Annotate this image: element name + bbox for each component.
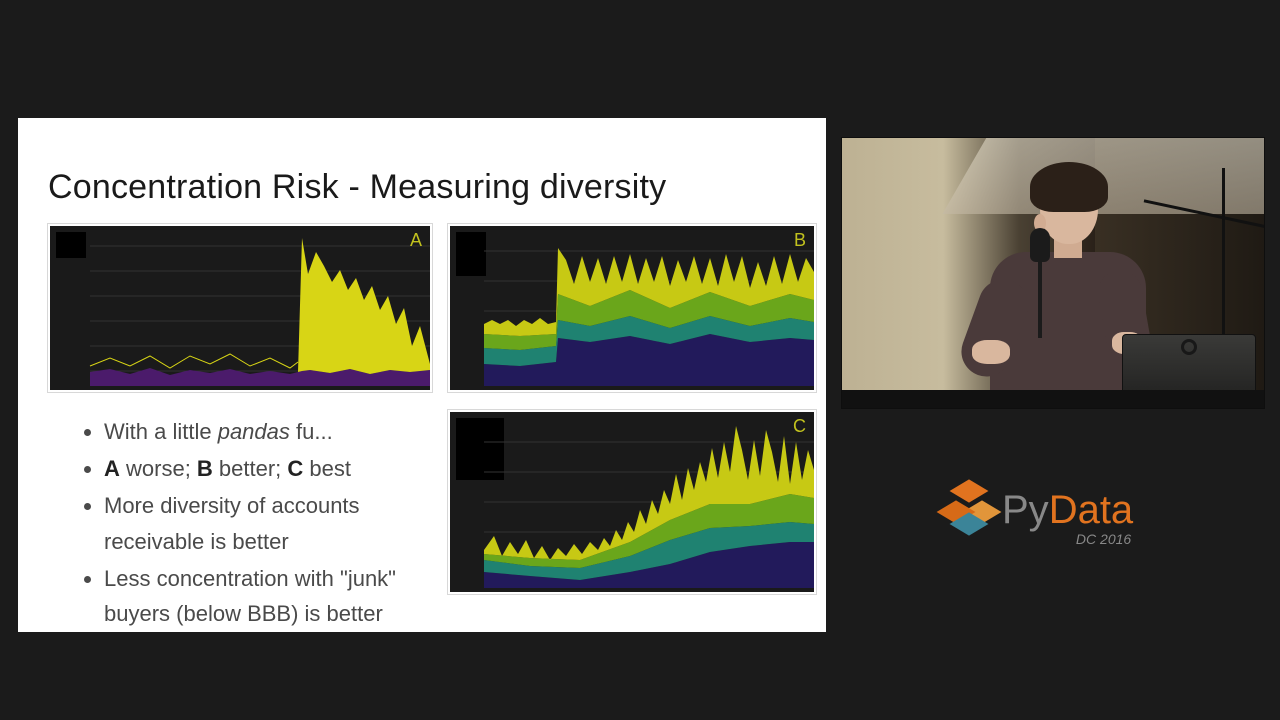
chart-c-label: C (793, 416, 806, 437)
microphone-icon (1030, 228, 1050, 262)
bullet-2: A worse; B better; C best (104, 451, 454, 486)
pydata-logo: PyData DC 2016 (940, 465, 1190, 555)
chart-b-plot (450, 226, 818, 394)
slide-bullets: With a little pandas fu... A worse; B be… (80, 414, 454, 633)
bullet-1: With a little pandas fu... (104, 414, 454, 449)
video-frame: Concentration Risk - Measuring diversity… (0, 0, 1280, 720)
pydata-logo-cubes-icon (940, 475, 996, 545)
chart-a-panel: A (48, 224, 432, 392)
logo-data: Data (1049, 488, 1134, 532)
chart-b-label: B (794, 230, 806, 251)
logo-py: Py (1002, 488, 1049, 532)
chart-c-panel: C (448, 410, 816, 594)
chart-c-plot (450, 412, 818, 596)
slide-title: Concentration Risk - Measuring diversity (48, 168, 666, 207)
chart-b-panel: B (448, 224, 816, 392)
bullet-4: Less concentration with "junk" buyers (b… (104, 561, 454, 631)
chart-a-label: A (410, 230, 422, 251)
chart-a-plot (50, 226, 434, 394)
speaker-camera-feed (842, 138, 1264, 408)
bullet-3: More diversity of accounts receivable is… (104, 488, 454, 558)
pydata-logo-text: PyData DC 2016 (1002, 488, 1133, 533)
presentation-slide: Concentration Risk - Measuring diversity… (18, 118, 826, 632)
logo-subtitle: DC 2016 (1076, 531, 1131, 547)
